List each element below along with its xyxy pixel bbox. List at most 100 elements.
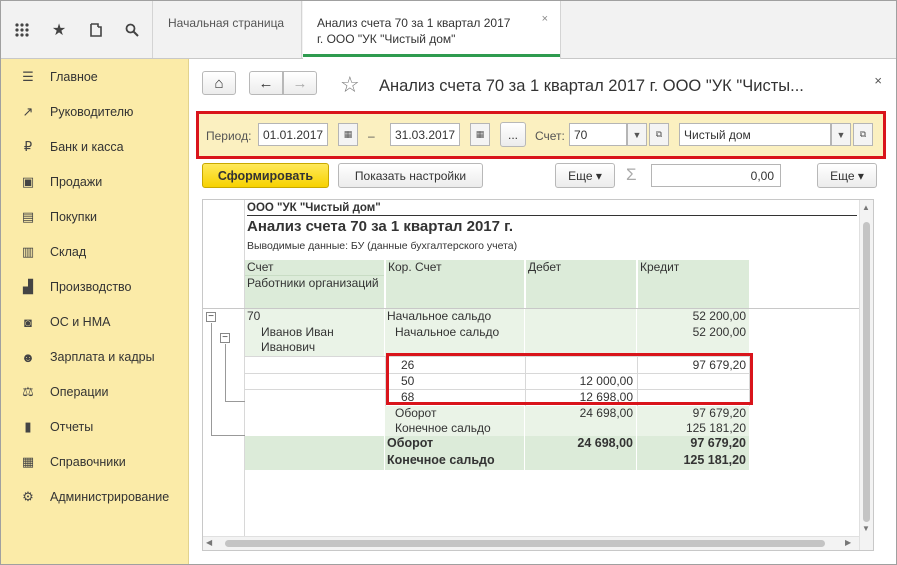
history-icon[interactable] bbox=[85, 19, 107, 41]
sidebar-item-admin[interactable]: ⚙ Администрирование bbox=[19, 487, 169, 507]
vertical-scrollbar[interactable]: ▲ ▼ bbox=[859, 200, 873, 550]
account-input[interactable]: 70 bbox=[569, 123, 627, 146]
sigma-icon: Σ bbox=[626, 165, 637, 184]
search-icon[interactable] bbox=[121, 19, 143, 41]
cart-icon: ▤ bbox=[21, 209, 35, 224]
row-employee-open-credit: 52 200,00 bbox=[637, 325, 749, 356]
header-account: Счет bbox=[245, 260, 384, 276]
sidebar-item-warehouse[interactable]: ▥ Склад bbox=[19, 242, 86, 262]
page-title: Анализ счета 70 за 1 квартал 2017 г. ООО… bbox=[379, 77, 804, 95]
employee-name-line2: Иванович bbox=[261, 340, 316, 354]
more-button[interactable]: Еще ▾ bbox=[555, 163, 615, 188]
row-account: 70 bbox=[245, 309, 384, 325]
sidebar-item-label: Администрирование bbox=[50, 490, 170, 504]
sidebar-item-production[interactable]: ▟ Производство bbox=[19, 277, 132, 297]
warehouse-icon: ▥ bbox=[21, 244, 35, 259]
total-close-credit: 125 181,20 bbox=[637, 453, 749, 470]
date-to-input[interactable]: 31.03.2017 bbox=[390, 123, 460, 146]
sidebar-item-salary[interactable]: ☻ Зарплата и кадры bbox=[19, 347, 155, 367]
close-icon[interactable]: × bbox=[874, 73, 882, 88]
total-turnover-credit: 97 679,20 bbox=[637, 436, 749, 453]
sidebar-item-catalogs[interactable]: ▦ Справочники bbox=[19, 452, 126, 472]
open-account-icon[interactable]: ⧉ bbox=[649, 123, 669, 146]
header-debit: Дебет bbox=[525, 260, 636, 308]
report-title: Анализ счета 70 за 1 квартал 2017 г. bbox=[247, 218, 514, 235]
chevron-down-icon[interactable]: ▼ bbox=[627, 123, 647, 146]
scroll-up-icon[interactable]: ▲ bbox=[862, 203, 870, 212]
sidebar-item-label: Справочники bbox=[50, 455, 126, 469]
scroll-left-icon[interactable]: ◀ bbox=[206, 538, 212, 547]
home-icon: ⌂ bbox=[214, 74, 224, 92]
sidebar: ☰ Главное ↗ Руководителю ₽ Банк и касса ▣ Пр… bbox=[1, 59, 189, 564]
scroll-right-icon[interactable]: ▶ bbox=[845, 538, 851, 547]
report-parameters: Период: 01.01.2017 ▦ – 31.03.2017 ▦ ... … bbox=[196, 111, 886, 159]
row-employee-open-label: Начальное сальдо bbox=[385, 325, 524, 356]
account-label: Счет: bbox=[535, 129, 565, 143]
chevron-down-icon[interactable]: ▼ bbox=[831, 123, 851, 146]
ruble-icon: ₽ bbox=[23, 139, 33, 154]
sidebar-item-manager[interactable]: ↗ Руководителю bbox=[19, 102, 134, 122]
sidebar-item-label: Склад bbox=[50, 245, 87, 259]
organization-input[interactable]: Чистый дом bbox=[679, 123, 831, 146]
tab-home-label: Начальная страница bbox=[168, 16, 285, 30]
tab-home[interactable]: Начальная страница bbox=[152, 1, 302, 58]
back-button[interactable]: ← bbox=[249, 71, 283, 95]
report-company: ООО "УК "Чистый дом" bbox=[247, 202, 857, 216]
active-tab-underline bbox=[303, 54, 560, 57]
sidebar-item-assets[interactable]: ◙ ОС и НМА bbox=[19, 312, 110, 332]
tab-report-label-line2: г. ООО "УК "Чистый дом" bbox=[317, 32, 456, 46]
sidebar-item-label: Покупки bbox=[50, 210, 98, 224]
more-button-right[interactable]: Еще ▾ bbox=[817, 163, 877, 188]
date-from-input[interactable]: 01.01.2017 bbox=[258, 123, 328, 146]
sidebar-item-bank[interactable]: ₽ Банк и касса bbox=[19, 137, 124, 157]
period-select-button[interactable]: ... bbox=[500, 122, 526, 147]
report-spreadsheet[interactable]: ООО "УК "Чистый дом" Анализ счета 70 за … bbox=[202, 199, 874, 551]
tab-close-icon[interactable]: × bbox=[542, 11, 548, 27]
total-turnover-label: Оборот bbox=[385, 436, 524, 453]
bar-chart-icon: ▮ bbox=[24, 419, 32, 434]
open-organization-icon[interactable]: ⧉ bbox=[853, 123, 873, 146]
horizontal-scrollbar[interactable]: ◀ ▶ bbox=[203, 536, 859, 550]
forward-arrow-icon: → bbox=[292, 74, 308, 92]
period-dash: – bbox=[368, 129, 375, 143]
sidebar-item-sales[interactable]: ▣ Продажи bbox=[19, 172, 102, 192]
row-account-open-credit: 52 200,00 bbox=[637, 309, 749, 325]
collapse-icon[interactable]: − bbox=[206, 312, 216, 322]
collapse-icon[interactable]: − bbox=[220, 333, 230, 343]
scales-icon: ⚖ bbox=[22, 384, 34, 399]
scroll-down-icon[interactable]: ▼ bbox=[862, 524, 870, 533]
generate-button[interactable]: Сформировать bbox=[202, 163, 329, 188]
home-button[interactable]: ⌂ bbox=[202, 71, 236, 95]
app-window: ★ Начальная страница Анализ счета 70 за … bbox=[0, 0, 897, 565]
sidebar-item-label: Отчеты bbox=[50, 420, 94, 434]
sidebar-item-label: Зарплата и кадры bbox=[50, 350, 155, 364]
calendar-to-icon[interactable]: ▦ bbox=[470, 123, 490, 146]
forward-button[interactable]: → bbox=[283, 71, 317, 95]
employee-name-line1: Иванов Иван bbox=[261, 325, 334, 339]
sidebar-item-reports[interactable]: ▮ Отчеты bbox=[19, 417, 93, 437]
grid-icon[interactable] bbox=[11, 19, 33, 41]
horizontal-scroll-thumb[interactable] bbox=[225, 540, 825, 547]
row-employee-close-label: Конечное сальдо bbox=[385, 421, 524, 436]
sum-field[interactable]: 0,00 bbox=[651, 164, 781, 187]
sidebar-item-label: Банк и касса bbox=[50, 140, 124, 154]
show-settings-button[interactable]: Показать настройки bbox=[338, 163, 483, 188]
row-employee-turnover-credit: 97 679,20 bbox=[637, 406, 749, 421]
sidebar-item-operations[interactable]: ⚖ Операции bbox=[19, 382, 108, 402]
trend-icon: ↗ bbox=[22, 104, 34, 119]
factory-icon: ▟ bbox=[23, 279, 33, 294]
star-icon[interactable]: ★ bbox=[48, 19, 70, 41]
period-label: Период: bbox=[206, 129, 252, 143]
top-bar: ★ Начальная страница Анализ счета 70 за … bbox=[1, 1, 896, 59]
header-credit: Кредит bbox=[637, 260, 749, 308]
row-employee-turnover-label: Оборот bbox=[385, 406, 524, 421]
sidebar-item-purchases[interactable]: ▤ Покупки bbox=[19, 207, 97, 227]
tab-report[interactable]: Анализ счета 70 за 1 квартал 2017 г. ООО… bbox=[303, 1, 561, 59]
sidebar-item-main[interactable]: ☰ Главное bbox=[19, 67, 98, 87]
row-employee-close-credit: 125 181,20 bbox=[637, 421, 749, 436]
vertical-scroll-thumb[interactable] bbox=[863, 222, 870, 522]
favorite-star-icon[interactable]: ☆ bbox=[340, 72, 360, 98]
row-employee-turnover-debit: 24 698,00 bbox=[525, 406, 636, 421]
calendar-from-icon[interactable]: ▦ bbox=[338, 123, 358, 146]
back-arrow-icon: ← bbox=[258, 74, 274, 92]
